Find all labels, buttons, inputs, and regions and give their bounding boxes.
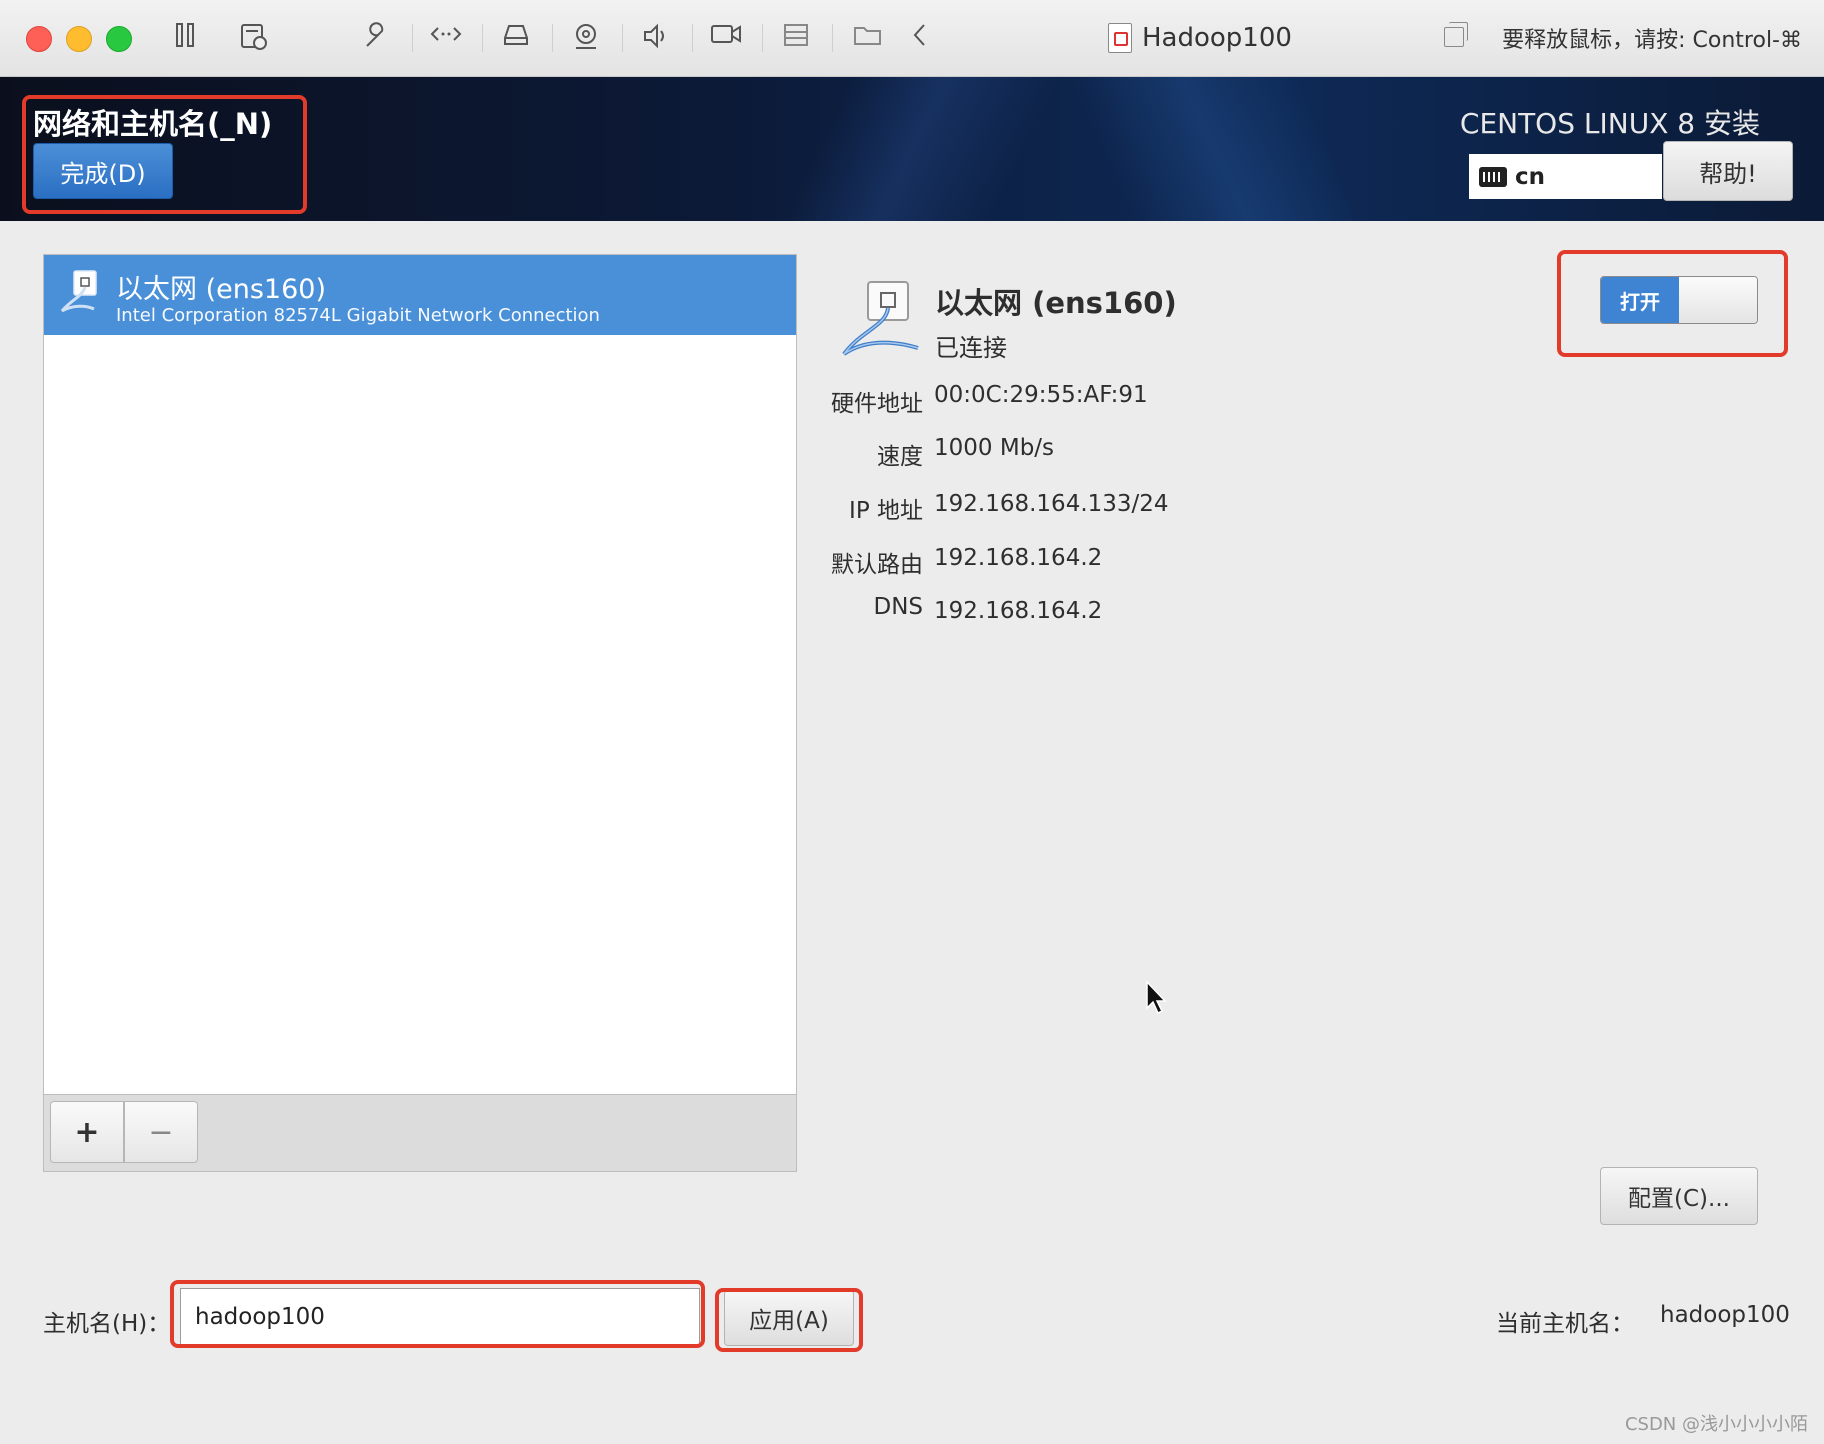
pause-icon[interactable] (170, 22, 202, 54)
ethernet-icon (58, 269, 100, 313)
minimize-window-button[interactable] (66, 26, 92, 52)
close-window-button[interactable] (26, 26, 52, 52)
copy-icon[interactable] (1444, 22, 1468, 47)
device-list-toolbar: + − (44, 1094, 796, 1171)
vm-document-icon (1108, 23, 1132, 53)
chevron-left-icon[interactable] (904, 22, 936, 54)
keyboard-layout-label: cn (1515, 163, 1546, 190)
current-hostname-label: 当前主机名： (1496, 1311, 1634, 1337)
ip-address-value: 192.168.164.133/24 (934, 491, 1169, 517)
speaker-icon[interactable] (640, 22, 672, 54)
hardware-address-label: 硬件地址 (831, 391, 923, 417)
zoom-window-button[interactable] (106, 26, 132, 52)
remove-device-button[interactable]: − (124, 1101, 198, 1163)
list-item[interactable]: 以太网 (ens160) Intel Corporation 82574L Gi… (44, 255, 796, 335)
window-title: Hadoop100 (1108, 18, 1292, 58)
watermark: CSDN @浅小小小小陌 (1624, 1414, 1808, 1435)
default-route-label: 默认路由 (831, 552, 923, 578)
code-arrows-icon[interactable] (430, 22, 462, 54)
snapshot-icon[interactable] (238, 22, 270, 54)
dns-label: DNS (873, 594, 923, 620)
product-title: CENTOS LINUX 8 安装 (1459, 107, 1760, 140)
wrench-icon[interactable] (360, 22, 392, 54)
window-titlebar: Hadoop100 要释放鼠标，请按: Control-⌘ (0, 0, 1824, 77)
connection-status: 已连接 (935, 334, 1007, 362)
keyboard-layout-indicator[interactable]: cn (1469, 154, 1662, 199)
device-description: Intel Corporation 82574L Gigabit Network… (116, 305, 600, 326)
device-name: 以太网 (ens160) (116, 274, 326, 305)
network-device-list: 以太网 (ens160) Intel Corporation 82574L Gi… (43, 254, 797, 1172)
camera-icon[interactable] (570, 22, 602, 54)
keyboard-icon (1479, 166, 1507, 187)
release-mouse-hint: 要释放鼠标，请按: Control-⌘ (1502, 28, 1802, 53)
window-title-text: Hadoop100 (1142, 23, 1292, 53)
ethernet-icon (838, 278, 928, 360)
hardware-address-value: 00:0C:29:55:AF:91 (934, 382, 1148, 408)
annotation-highlight (1557, 250, 1788, 357)
add-device-button[interactable]: + (50, 1101, 124, 1163)
disk-icon[interactable] (500, 22, 532, 54)
device-detail-name: 以太网 (ens160) (935, 286, 1177, 320)
folder-icon[interactable] (852, 22, 884, 54)
default-route-value: 192.168.164.2 (934, 545, 1103, 571)
annotation-highlight (715, 1288, 863, 1352)
hostname-label: 主机名(H)： (43, 1311, 171, 1337)
help-button[interactable]: 帮助! (1663, 141, 1793, 201)
configure-button[interactable]: 配置(C)... (1600, 1167, 1758, 1225)
mouse-cursor-icon (1145, 980, 1169, 1016)
video-icon[interactable] (710, 22, 742, 54)
current-hostname-value: hadoop100 (1660, 1302, 1790, 1328)
speed-value: 1000 Mb/s (934, 435, 1055, 461)
speed-label: 速度 (877, 444, 923, 470)
annotation-highlight (22, 95, 307, 214)
dns-value: 192.168.164.2 (934, 598, 1103, 624)
list-icon[interactable] (780, 22, 812, 54)
annotation-highlight (170, 1280, 705, 1348)
ip-address-label: IP 地址 (849, 498, 923, 524)
